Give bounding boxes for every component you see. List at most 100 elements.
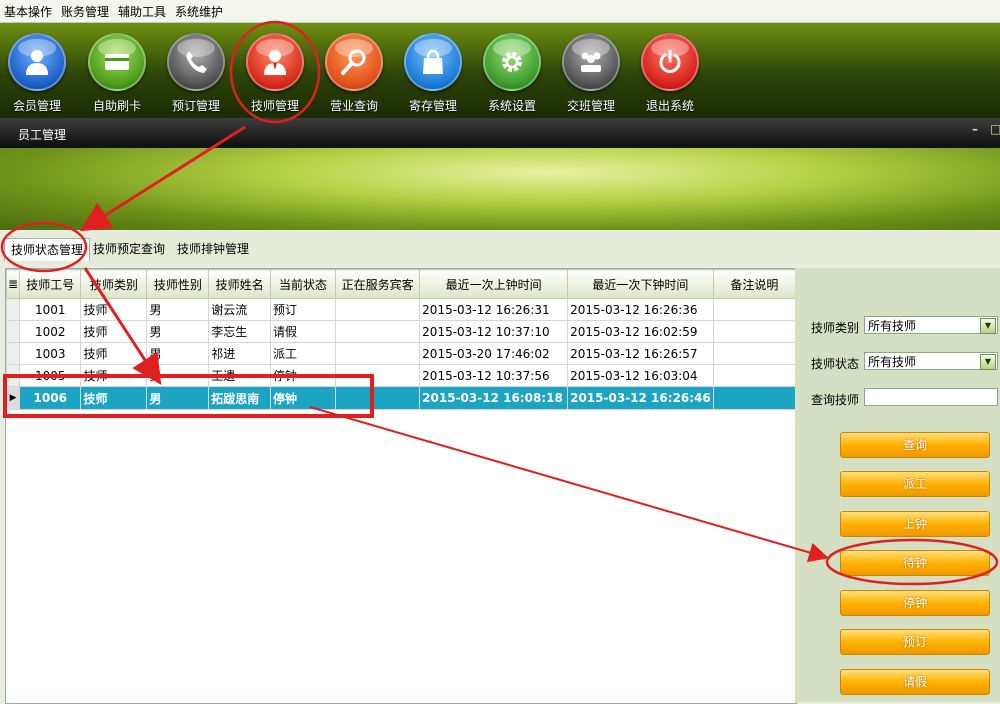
cell-guest (335, 386, 421, 410)
settings-button[interactable]: 系统设置 (475, 33, 549, 114)
cell-last-on: 2015-03-12 10:37:10 (419, 320, 569, 343)
status-filter-label: 技师状态 (811, 357, 860, 371)
standby-button[interactable]: 待钟 (840, 550, 990, 576)
header-id[interactable]: 技师工号 (19, 269, 82, 299)
cell-last-on: 2015-03-12 16:26:31 (419, 298, 569, 321)
table-row-selected[interactable]: ▶ 1006 技师 男 拓跋思南 停钟 2015-03-12 16:08:18 … (5, 386, 797, 410)
technician-grid: ≣ 技师工号 技师类别 技师性别 技师姓名 当前状态 正在服务宾客 最近一次上钟… (5, 268, 797, 704)
query-button[interactable]: 查询 (840, 432, 990, 458)
cell-name: 拓跋思南 (208, 386, 271, 410)
cell-id: 1002 (19, 320, 82, 343)
technician-button[interactable]: 技师管理 (238, 33, 312, 114)
bag-icon (404, 33, 462, 91)
row-indicator (5, 320, 21, 343)
chevron-down-icon[interactable]: ▼ (980, 354, 996, 370)
search-technician-input[interactable] (864, 388, 998, 406)
maximize-icon[interactable]: □ (990, 122, 1000, 136)
type-filter-select[interactable]: 所有技师 ▼ (864, 316, 998, 334)
type-filter-value: 所有技师 (868, 319, 917, 333)
status-filter-value: 所有技师 (868, 355, 917, 369)
header-banner (0, 148, 1000, 230)
clock-on-button[interactable]: 上钟 (840, 511, 990, 537)
menu-accounts[interactable]: 账务管理 (57, 0, 114, 20)
search-technician-label: 查询技师 (811, 393, 860, 407)
header-type[interactable]: 技师类别 (80, 269, 148, 299)
shift-label: 交班管理 (566, 99, 615, 113)
cell-guest (335, 320, 421, 343)
header-last-on[interactable]: 最近一次上钟时间 (419, 269, 569, 299)
card-icon (88, 33, 146, 91)
stop-button[interactable]: 停钟 (840, 590, 990, 616)
member-icon (8, 33, 66, 91)
header-gender[interactable]: 技师性别 (146, 269, 210, 299)
window-titlebar: 员工管理 – □ (0, 118, 1000, 148)
menu-tools[interactable]: 辅助工具 (114, 0, 171, 20)
cell-last-off: 2015-03-12 16:26:36 (567, 298, 714, 321)
cell-remark (712, 298, 797, 321)
business-query-label: 营业查询 (329, 99, 378, 113)
tab-technician-reservation[interactable]: 技师预定查询 (87, 238, 171, 260)
reserve-button[interactable]: 预订 (840, 629, 990, 655)
tab-bar: 技师状态管理 技师预定查询 技师排钟管理 (0, 232, 1000, 264)
cell-id: 1001 (19, 298, 82, 321)
cell-last-on: 2015-03-12 10:37:56 (419, 364, 569, 387)
gear-icon (483, 33, 541, 91)
cell-last-off: 2015-03-12 16:26:46 (567, 386, 714, 410)
header-remark[interactable]: 备注说明 (712, 269, 797, 299)
cell-type: 技师 (80, 386, 148, 410)
main-toolbar: 会员管理 自助刷卡 预订管理 技师管理 营业查询 寄存管理 系统设置 交班管理 … (0, 23, 1000, 118)
header-guest[interactable]: 正在服务宾客 (335, 269, 421, 299)
header-name[interactable]: 技师姓名 (208, 269, 271, 299)
cell-guest (335, 342, 421, 365)
row-pointer-icon: ▶ (5, 386, 21, 410)
chevron-down-icon[interactable]: ▼ (980, 318, 996, 334)
phone-icon (167, 33, 225, 91)
tab-technician-schedule[interactable]: 技师排钟管理 (171, 238, 255, 260)
cell-type: 技师 (80, 320, 148, 343)
table-row[interactable]: 1003 技师 男 祁进 派工 2015-03-20 17:46:02 2015… (5, 342, 797, 365)
business-query-button[interactable]: 营业查询 (317, 33, 391, 114)
cell-gender: 男 (146, 320, 210, 343)
storage-button[interactable]: 寄存管理 (396, 33, 470, 114)
exit-button[interactable]: 退出系统 (633, 33, 707, 114)
people-icon (562, 33, 620, 91)
menu-maintenance[interactable]: 系统维护 (171, 0, 228, 20)
reservation-label: 预订管理 (171, 99, 220, 113)
cell-gender: 男 (146, 386, 210, 410)
cell-status: 停钟 (269, 386, 337, 410)
row-indicator (5, 364, 21, 387)
cell-status: 请假 (269, 320, 337, 343)
tab-technician-status[interactable]: 技师状态管理 (4, 238, 91, 261)
header-last-off[interactable]: 最近一次下钟时间 (567, 269, 714, 299)
cell-last-off: 2015-03-12 16:26:57 (567, 342, 714, 365)
technician-table: ≣ 技师工号 技师类别 技师性别 技师姓名 当前状态 正在服务宾客 最近一次上钟… (5, 269, 797, 410)
table-row[interactable]: 1005 技师 男 王遗 停钟 2015-03-12 10:37:56 2015… (5, 364, 797, 387)
table-row[interactable]: 1002 技师 男 李忘生 请假 2015-03-12 10:37:10 201… (5, 320, 797, 343)
row-indicator (5, 298, 21, 321)
settings-label: 系统设置 (487, 99, 536, 113)
leave-button[interactable]: 请假 (840, 669, 990, 695)
self-card-label: 自助刷卡 (92, 99, 141, 113)
cell-type: 技师 (80, 342, 148, 365)
table-row[interactable]: 1001 技师 男 谢云流 预订 2015-03-12 16:26:31 201… (5, 298, 797, 321)
member-button[interactable]: 会员管理 (0, 33, 74, 114)
menu-bar: 基本操作 账务管理 辅助工具 系统维护 (0, 0, 1000, 23)
header-indicator: ≣ (5, 269, 21, 299)
action-panel: 技师类别 所有技师 ▼ 技师状态 所有技师 ▼ 查询技师 查询 派工 上钟 待钟… (795, 268, 1000, 702)
cell-type: 技师 (80, 364, 148, 387)
storage-label: 寄存管理 (408, 99, 457, 113)
minimize-icon[interactable]: – (972, 122, 978, 136)
shift-button[interactable]: 交班管理 (554, 33, 628, 114)
cell-last-on: 2015-03-12 16:08:18 (419, 386, 569, 410)
cell-name: 祁进 (208, 342, 271, 365)
cell-remark (712, 386, 797, 410)
menu-basic[interactable]: 基本操作 (0, 0, 57, 20)
cell-id: 1005 (19, 364, 82, 387)
dispatch-button[interactable]: 派工 (840, 471, 990, 497)
technician-label: 技师管理 (250, 99, 299, 113)
self-card-button[interactable]: 自助刷卡 (80, 33, 154, 114)
reservation-button[interactable]: 预订管理 (159, 33, 233, 114)
header-status[interactable]: 当前状态 (269, 269, 337, 299)
cell-gender: 男 (146, 342, 210, 365)
status-filter-select[interactable]: 所有技师 ▼ (864, 352, 998, 370)
